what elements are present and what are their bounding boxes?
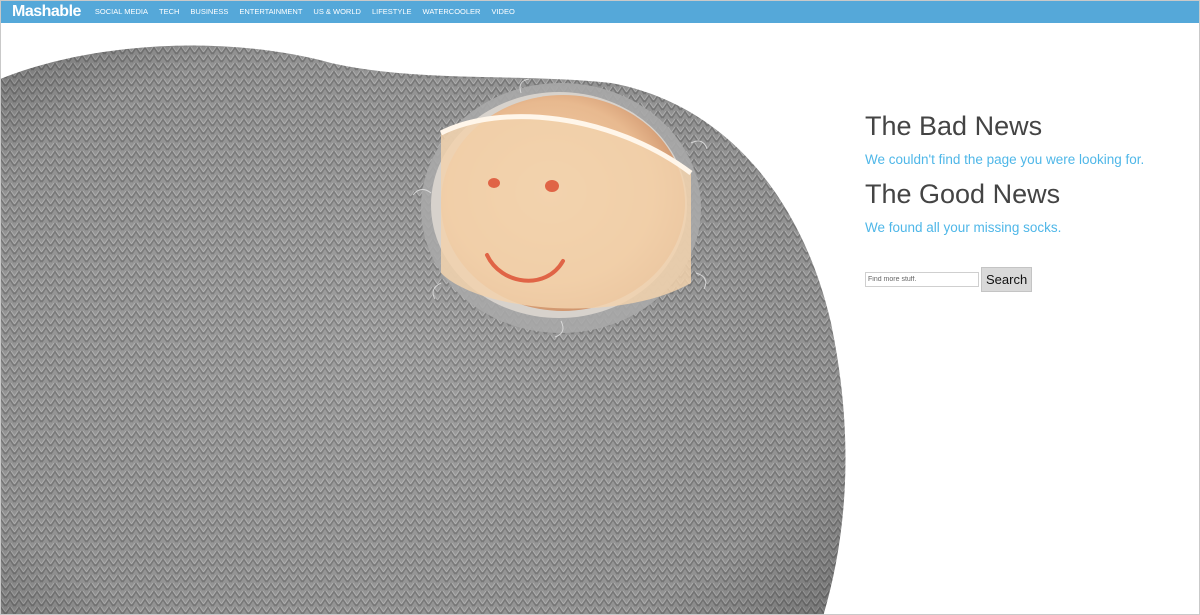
mashable-logo[interactable]: Mashable bbox=[12, 1, 81, 23]
search-button[interactable]: Search bbox=[981, 267, 1033, 292]
sock-smiley-icon bbox=[1, 23, 861, 614]
good-news-heading: The Good News bbox=[865, 179, 1061, 209]
not-found-message: The Bad News We couldn't find the page y… bbox=[865, 109, 1185, 292]
nav-item-social-media[interactable]: SOCIAL MEDIA bbox=[95, 1, 148, 23]
bad-news-text: We couldn't find the page you were looki… bbox=[865, 152, 1145, 167]
bad-news-heading: The Bad News bbox=[865, 111, 1043, 141]
page-frame: Mashable SOCIAL MEDIA TECH BUSINESS ENTE… bbox=[0, 0, 1200, 615]
nav-item-entertainment[interactable]: ENTERTAINMENT bbox=[239, 1, 302, 23]
good-news-text: We found all your missing socks. bbox=[865, 220, 1062, 235]
main-nav: SOCIAL MEDIA TECH BUSINESS ENTERTAINMENT… bbox=[95, 1, 526, 23]
nav-item-us-world[interactable]: US & WORLD bbox=[313, 1, 361, 23]
search-input[interactable] bbox=[865, 272, 979, 287]
nav-item-business[interactable]: BUSINESS bbox=[190, 1, 228, 23]
top-nav-bar: Mashable SOCIAL MEDIA TECH BUSINESS ENTE… bbox=[1, 1, 1199, 23]
nav-item-lifestyle[interactable]: LIFESTYLE bbox=[372, 1, 412, 23]
nav-item-watercooler[interactable]: WATERCOOLER bbox=[423, 1, 481, 23]
hero-sock-image bbox=[1, 23, 861, 614]
nav-item-video[interactable]: VIDEO bbox=[491, 1, 514, 23]
search-form: Search bbox=[865, 267, 1185, 292]
nav-item-tech[interactable]: TECH bbox=[159, 1, 179, 23]
